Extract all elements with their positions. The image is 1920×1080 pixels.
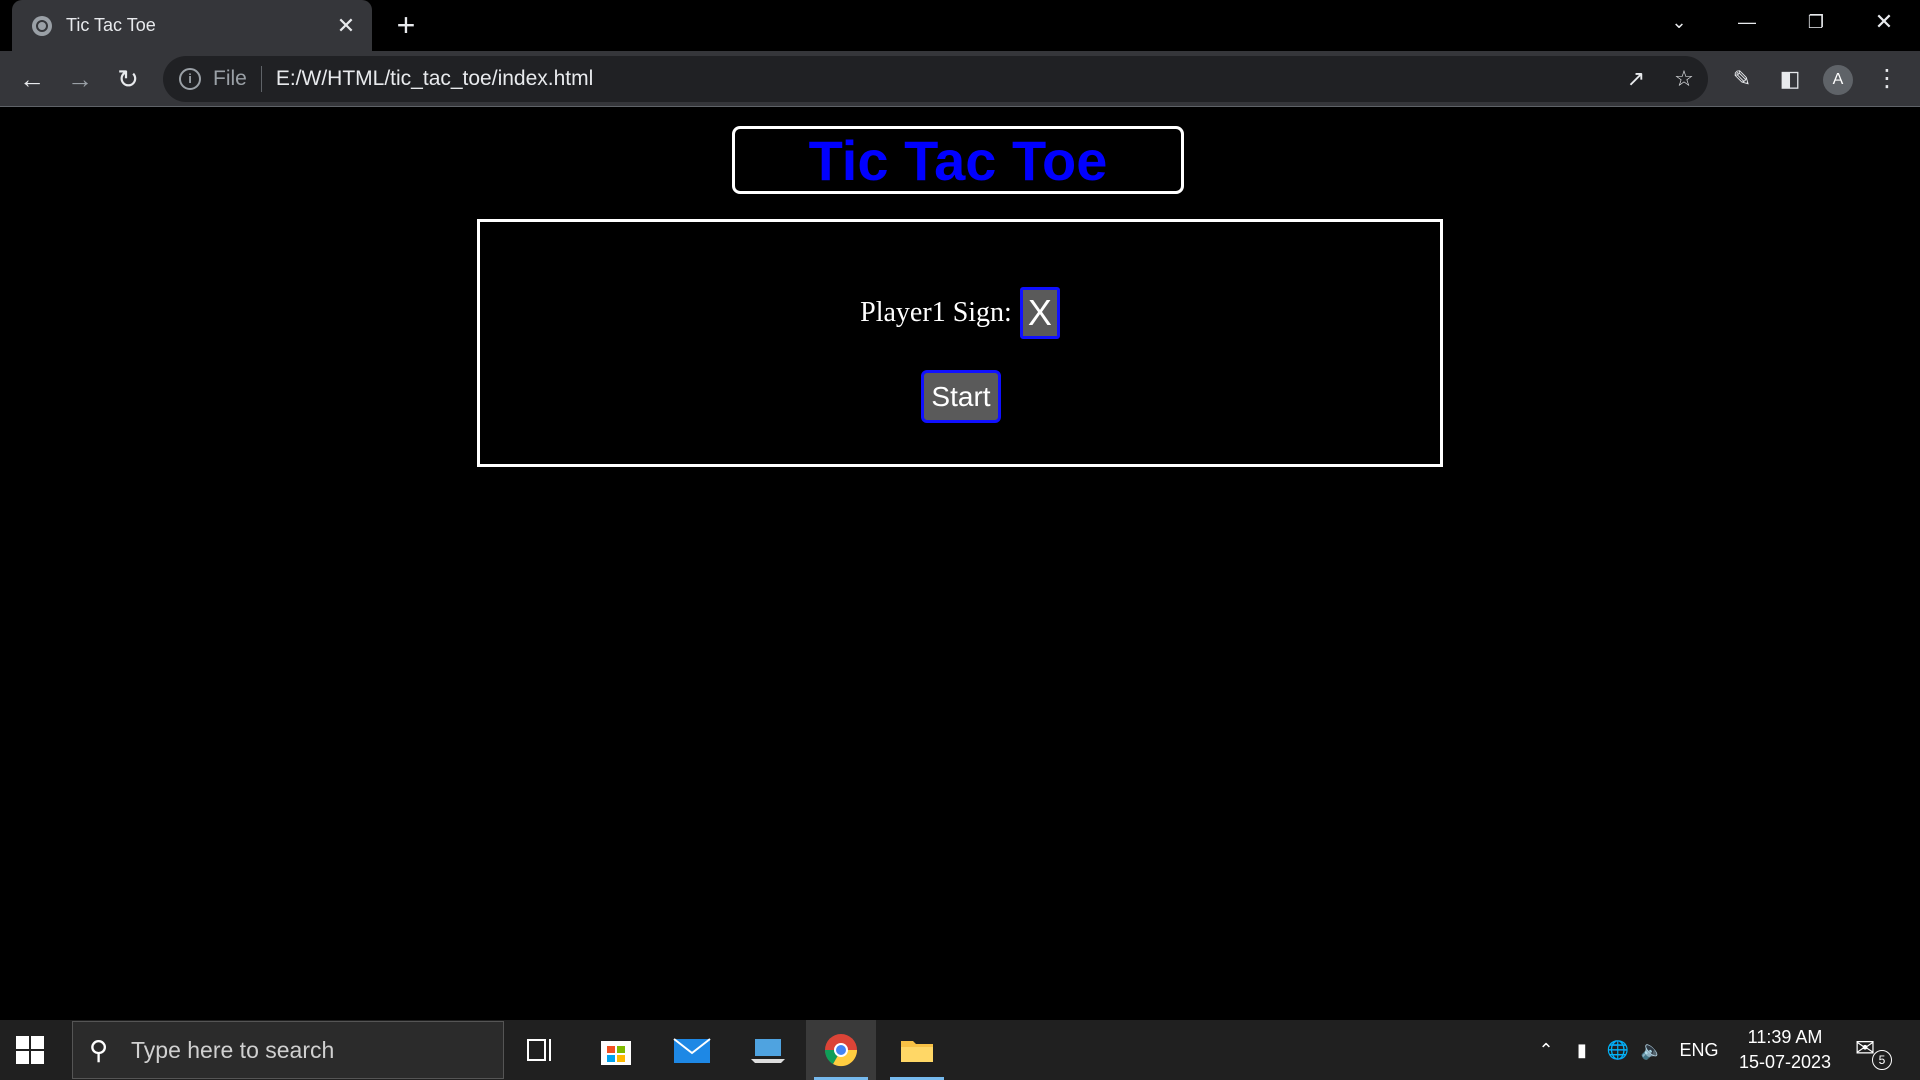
- clock-time: 11:39 AM: [1747, 1027, 1823, 1047]
- title-box: Tic Tac Toe: [732, 126, 1184, 194]
- address-bar[interactable]: i File E:/W/HTML/tic_tac_toe/index.html …: [163, 56, 1708, 102]
- share-icon[interactable]: ↗: [1612, 66, 1660, 92]
- taskbar-search-box[interactable]: ⚲ Type here to search: [72, 1021, 504, 1079]
- page-content: Tic Tac Toe Player1 Sign: X Start: [0, 107, 1920, 1020]
- sidepanel-icon[interactable]: ◧: [1770, 59, 1810, 99]
- browser-tab[interactable]: Tic Tac Toe ✕: [12, 0, 372, 51]
- avatar[interactable]: A: [1823, 65, 1853, 95]
- extensions-icon[interactable]: ✎: [1722, 59, 1762, 99]
- reload-icon[interactable]: ↻: [108, 59, 148, 99]
- divider: [260, 66, 262, 92]
- player1-sign-label: Player1 Sign:: [860, 297, 1012, 328]
- notification-badge: 5: [1872, 1050, 1892, 1070]
- laptop-icon[interactable]: [733, 1020, 803, 1080]
- windows-taskbar: ⚲ Type here to search ⌃ ▮ 🌐 🔈 ENG 11:39 …: [0, 1020, 1920, 1080]
- info-icon[interactable]: i: [179, 68, 201, 90]
- mail-icon[interactable]: [657, 1020, 727, 1080]
- search-icon: ⚲: [89, 1034, 109, 1065]
- new-tab-button[interactable]: +: [388, 8, 424, 44]
- restore-button[interactable]: ❐: [1787, 0, 1845, 44]
- sign-row: Player1 Sign: X: [480, 287, 1440, 339]
- url-scheme: File: [213, 67, 247, 90]
- forward-icon[interactable]: →: [60, 59, 100, 99]
- clock-date: 15-07-2023: [1738, 1052, 1832, 1072]
- page-title: Tic Tac Toe: [808, 128, 1108, 192]
- tab-title: Tic Tac Toe: [66, 15, 156, 35]
- store-icon[interactable]: [581, 1020, 651, 1080]
- url-text[interactable]: E:/W/HTML/tic_tac_toe/index.html: [276, 67, 1612, 91]
- game-setup-panel: Player1 Sign: X Start: [477, 219, 1443, 467]
- browser-tab-strip: Tic Tac Toe ✕ + ⌄ — ❐ ✕: [0, 0, 1920, 51]
- windows-icon[interactable]: [16, 1036, 44, 1064]
- network-icon[interactable]: 🌐: [1604, 1020, 1632, 1080]
- back-icon[interactable]: ←: [12, 59, 52, 99]
- minimize-button[interactable]: —: [1718, 0, 1776, 44]
- task-view-icon[interactable]: [505, 1020, 575, 1080]
- browser-toolbar: ← → ↻ i File E:/W/HTML/tic_tac_toe/index…: [0, 51, 1920, 107]
- chrome-icon[interactable]: [806, 1020, 876, 1080]
- folder-icon[interactable]: [882, 1020, 952, 1080]
- tab-search-icon[interactable]: ⌄: [1650, 0, 1708, 44]
- globe-icon: [32, 15, 52, 36]
- close-window-button[interactable]: ✕: [1855, 0, 1913, 44]
- battery-icon[interactable]: ▮: [1568, 1020, 1596, 1080]
- clock[interactable]: 11:39 AM 15-07-2023: [1720, 1025, 1850, 1075]
- tray-chevron-icon[interactable]: ⌃: [1532, 1020, 1560, 1080]
- star-icon[interactable]: ☆: [1660, 66, 1708, 92]
- search-placeholder: Type here to search: [131, 1036, 335, 1063]
- volume-muted-icon[interactable]: 🔈: [1638, 1020, 1666, 1080]
- language-indicator[interactable]: ENG: [1676, 1020, 1722, 1080]
- start-button[interactable]: Start: [921, 370, 1001, 423]
- close-tab-icon[interactable]: ✕: [328, 13, 364, 39]
- menu-icon[interactable]: ⋮: [1867, 59, 1907, 99]
- player1-sign-input[interactable]: X: [1019, 287, 1060, 339]
